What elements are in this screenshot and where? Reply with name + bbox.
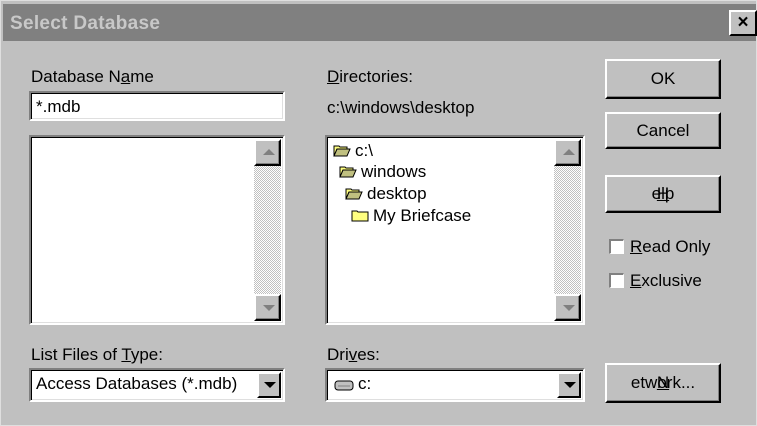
arrow-up-icon xyxy=(563,149,575,155)
arrow-down-icon xyxy=(263,305,275,311)
close-button[interactable]: × xyxy=(729,10,757,36)
folder-icon xyxy=(351,210,369,222)
drive-icon xyxy=(334,380,354,391)
database-name-value: *.mdb xyxy=(36,97,81,116)
read-only-checkbox[interactable]: Read Only xyxy=(609,237,729,257)
dialog-title: Select Database xyxy=(10,13,161,34)
help-button[interactable]: Help xyxy=(605,175,721,213)
exclusive-checkbox[interactable]: Exclusive xyxy=(609,271,729,291)
file-type-dropdown[interactable]: Access Databases (*.mdb) xyxy=(29,368,285,402)
exclusive-checkbox-box[interactable] xyxy=(609,273,624,288)
read-only-checkbox-box[interactable] xyxy=(609,239,624,254)
scroll-down-button[interactable] xyxy=(254,294,281,321)
cancel-button[interactable]: Cancel xyxy=(605,112,721,149)
open-folder-icon xyxy=(339,166,357,178)
directories-label: Directories: xyxy=(327,67,413,86)
arrow-down-icon xyxy=(563,305,575,311)
database-name-input[interactable]: *.mdb xyxy=(29,91,285,121)
open-folder-icon xyxy=(345,188,363,200)
open-folder-icon xyxy=(333,145,351,157)
select-database-dialog: Select Database × Database Name *.mdb Di… xyxy=(0,0,757,426)
scroll-down-button[interactable] xyxy=(554,294,581,321)
chevron-down-icon xyxy=(264,382,276,388)
read-only-label: Read Only xyxy=(630,237,711,256)
directory-tree[interactable]: c:\ windows desktop My Briefcase xyxy=(325,135,585,325)
chevron-down-icon xyxy=(564,382,576,388)
network-button[interactable]: Network... xyxy=(605,363,721,403)
file-type-label: List Files of Type: xyxy=(31,345,163,364)
file-type-dropdown-button[interactable] xyxy=(257,372,281,398)
close-icon: × xyxy=(737,12,749,33)
scroll-up-button[interactable] xyxy=(254,139,281,166)
drives-dropdown[interactable]: c: xyxy=(325,368,585,402)
drives-label: Drives: xyxy=(327,345,380,364)
scroll-up-button[interactable] xyxy=(554,139,581,166)
file-list[interactable] xyxy=(29,135,285,325)
title-bar[interactable]: Select Database × xyxy=(3,4,757,41)
drives-dropdown-button[interactable] xyxy=(557,372,581,398)
drives-selected: c: xyxy=(358,374,372,393)
database-name-label: Database Name xyxy=(31,67,154,86)
arrow-up-icon xyxy=(263,149,275,155)
file-type-selected: Access Databases (*.mdb) xyxy=(36,374,238,393)
file-list-scrollbar[interactable] xyxy=(254,139,281,321)
ok-button[interactable]: OK xyxy=(605,59,721,99)
directory-tree-scrollbar[interactable] xyxy=(554,139,581,321)
exclusive-label: Exclusive xyxy=(630,271,702,290)
current-directory-path: c:\windows\desktop xyxy=(327,98,475,117)
